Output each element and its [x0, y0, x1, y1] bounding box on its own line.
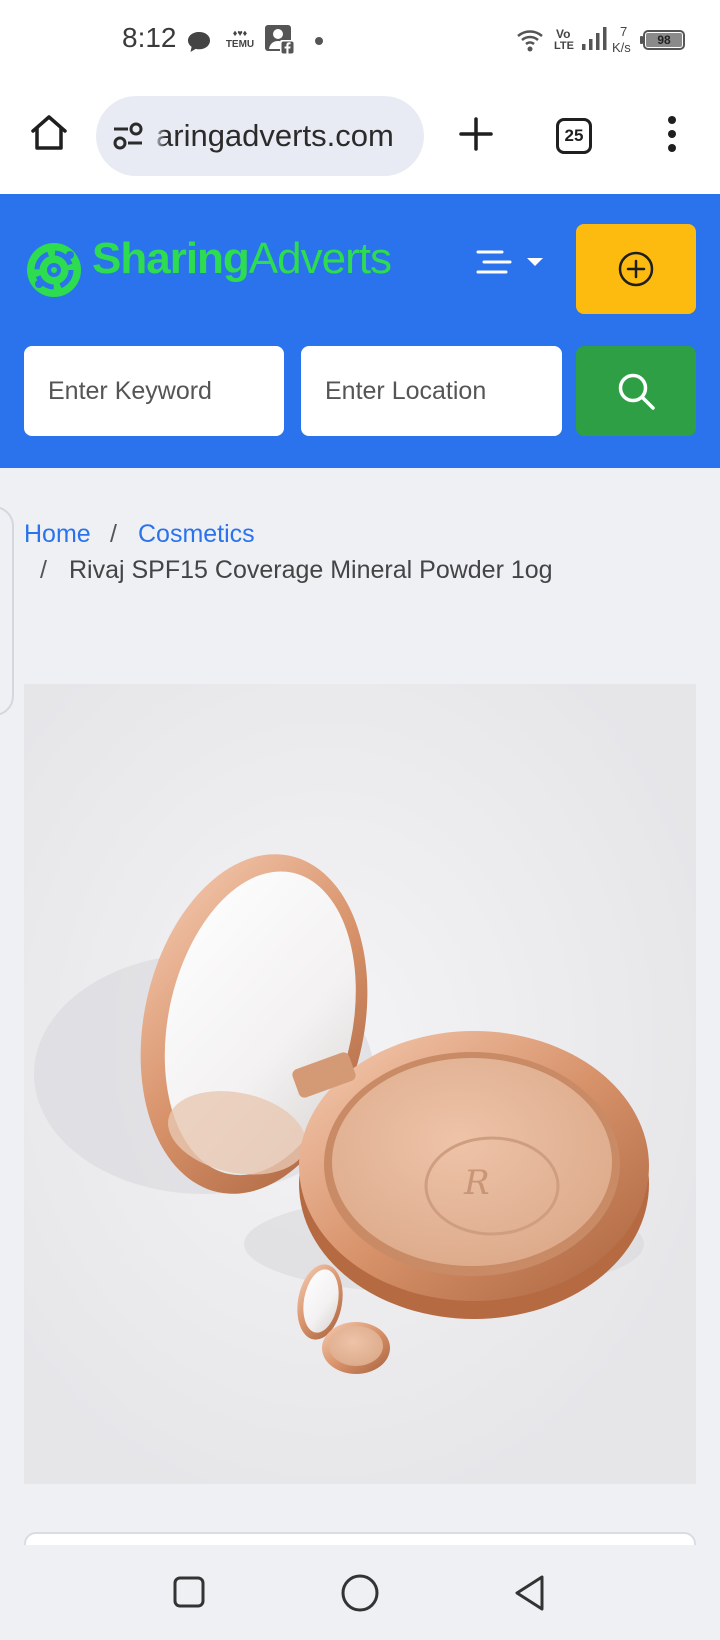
side-panel-handle[interactable]	[0, 506, 14, 716]
dot-icon	[315, 37, 323, 45]
compact-powder-image: R	[24, 684, 696, 1484]
wifi-icon	[517, 30, 543, 52]
signal-icon	[582, 27, 607, 50]
breadcrumb-current: Rivaj SPF15 Coverage Mineral Powder 1og	[69, 556, 553, 584]
battery-icon: 98	[643, 30, 685, 50]
url-fade	[152, 96, 166, 176]
temu-label: TEMU	[225, 39, 255, 50]
location-input[interactable]: Enter Location	[301, 346, 562, 436]
system-nav-bar	[0, 1545, 720, 1640]
more-menu-icon[interactable]	[664, 114, 680, 154]
search-button[interactable]	[576, 346, 696, 436]
chat-icon	[188, 32, 210, 52]
logo-text-adverts: Adverts	[248, 234, 392, 283]
search-icon	[618, 373, 655, 410]
browser-toolbar: aringadverts.com 25	[0, 84, 720, 194]
breadcrumb-home[interactable]: Home	[24, 520, 91, 549]
site-settings-icon[interactable]	[112, 121, 144, 151]
url-text: aringadverts.com	[156, 118, 394, 153]
menu-lines-icon	[476, 250, 512, 274]
speed-unit: K/s	[612, 40, 631, 55]
keyword-input[interactable]: Enter Keyword	[24, 346, 284, 436]
breadcrumb-category[interactable]: Cosmetics	[138, 520, 255, 549]
address-bar[interactable]: aringadverts.com	[96, 96, 424, 176]
status-time: 8:12	[122, 22, 177, 53]
breadcrumb-separator: /	[40, 556, 47, 584]
site-header: SharingAdverts Enter Keyword Enter Locat…	[0, 194, 720, 468]
svg-text:R: R	[463, 1163, 490, 1203]
home-icon[interactable]	[28, 112, 70, 154]
battery-level: 98	[646, 33, 682, 47]
menu-dropdown-button[interactable]	[476, 242, 548, 282]
chevron-down-icon	[527, 258, 543, 266]
logo-icon[interactable]	[26, 230, 82, 310]
network-lte: LTE	[554, 40, 574, 52]
post-ad-button[interactable]	[576, 224, 696, 314]
network-vo: Vo	[556, 27, 571, 41]
status-bar: 8:12 ♦♥♦ TEMU Vo LTE 7 K/s 98	[0, 0, 720, 84]
recents-icon[interactable]	[172, 1575, 206, 1609]
home-circle-icon[interactable]	[340, 1573, 380, 1613]
temu-icon: ♦♥♦ TEMU	[225, 28, 255, 50]
speed-value: 7	[620, 24, 628, 39]
breadcrumb-separator: /	[110, 520, 117, 548]
facebook-icon	[265, 25, 295, 55]
new-tab-icon[interactable]	[458, 116, 494, 152]
add-circle-icon	[618, 251, 654, 287]
tabs-icon[interactable]: 25	[556, 118, 592, 154]
logo-text-sharing: Sharing	[92, 234, 250, 283]
battery-cap	[640, 36, 643, 44]
product-image[interactable]: R	[24, 684, 696, 1484]
back-icon[interactable]	[512, 1573, 548, 1613]
site-logo[interactable]: SharingAdverts	[92, 234, 392, 284]
